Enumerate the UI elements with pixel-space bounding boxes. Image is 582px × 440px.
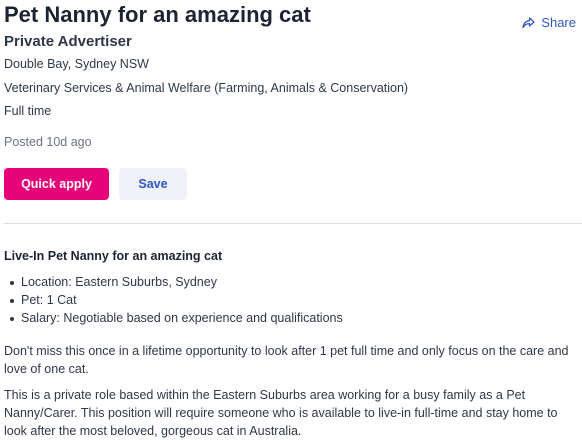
description-bullets: Location: Eastern Suburbs, Sydney Pet: 1…	[4, 275, 343, 329]
advertiser-name: Private Advertiser	[4, 33, 132, 50]
bullet-dot-icon	[10, 317, 14, 321]
bullet-text: Location: Eastern Suburbs, Sydney	[21, 275, 217, 289]
job-location: Double Bay, Sydney NSW	[4, 57, 149, 71]
posted-date: Posted 10d ago	[4, 135, 92, 149]
description-paragraph: This is a private role based within the …	[4, 388, 558, 438]
bullet-dot-icon	[10, 281, 14, 285]
share-button[interactable]: Share	[522, 15, 576, 30]
job-category: Veterinary Services & Animal Welfare (Fa…	[4, 81, 409, 95]
divider	[4, 223, 582, 224]
save-button[interactable]: Save	[119, 168, 187, 200]
job-work-type: Full time	[4, 104, 52, 118]
description-heading: Live-In Pet Nanny for an amazing cat	[4, 249, 223, 263]
bullet-text: Salary: Negotiable based on experience a…	[21, 311, 343, 325]
list-item: Location: Eastern Suburbs, Sydney	[4, 275, 343, 293]
bullet-dot-icon	[10, 299, 14, 303]
job-title: Pet Nanny for an amazing cat	[4, 2, 311, 27]
description-paragraph: Don't miss this once in a lifetime oppor…	[4, 344, 569, 376]
quick-apply-button[interactable]: Quick apply	[4, 168, 109, 200]
job-detail-page: Pet Nanny for an amazing cat Share Priva…	[0, 0, 582, 438]
share-label: Share	[541, 15, 576, 30]
list-item: Salary: Negotiable based on experience a…	[4, 311, 343, 329]
bullet-text: Pet: 1 Cat	[21, 293, 77, 307]
share-icon	[522, 16, 535, 29]
list-item: Pet: 1 Cat	[4, 293, 343, 311]
